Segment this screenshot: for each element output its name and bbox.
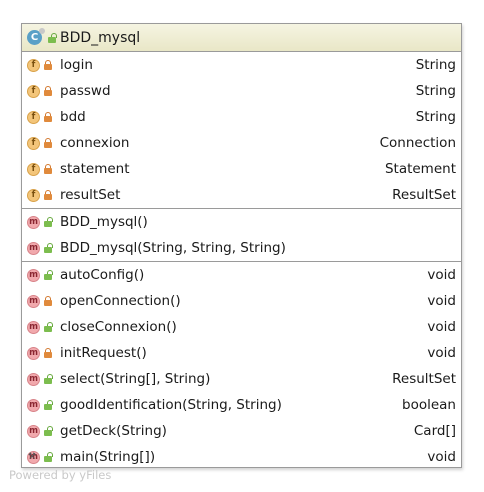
member-type: void — [427, 345, 456, 361]
method-icon: m — [27, 372, 40, 386]
constructor-row[interactable]: m BDD_mysql() — [22, 209, 461, 235]
member-name: openConnection() — [60, 293, 181, 309]
public-lock-icon — [44, 322, 53, 332]
method-row[interactable]: m goodIdentification(String, String) boole… — [22, 392, 461, 418]
field-row[interactable]: f resultSet ResultSet — [22, 182, 461, 208]
method-row[interactable]: m openConnection() void — [22, 288, 461, 314]
fields-section: f login String f passwd String f bdd String f conn… — [22, 52, 461, 209]
method-icon: m — [27, 398, 40, 412]
field-icon: f — [27, 84, 40, 98]
constructor-row[interactable]: m BDD_mysql(String, String, String) — [22, 235, 461, 261]
method-row[interactable]: m initRequest() void — [22, 340, 461, 366]
member-name: connexion — [60, 135, 130, 151]
watermark: Powered by yFiles — [9, 468, 112, 482]
method-row[interactable]: m autoConfig() void — [22, 262, 461, 288]
field-icon: f — [27, 110, 40, 124]
field-row[interactable]: f statement Statement — [22, 156, 461, 182]
member-name: select(String[], String) — [60, 371, 211, 387]
method-row[interactable]: m select(String[], String) ResultSet — [22, 366, 461, 392]
class-name: BDD_mysql — [60, 29, 141, 46]
public-lock-icon — [44, 400, 53, 410]
private-lock-icon — [44, 190, 52, 200]
member-type: String — [415, 83, 456, 99]
private-lock-icon — [44, 60, 52, 70]
member-type: ResultSet — [392, 187, 456, 203]
member-name: BDD_mysql() — [60, 214, 148, 230]
static-icon: ⚒ — [28, 451, 37, 462]
method-icon: m — [27, 346, 40, 360]
field-row[interactable]: f bdd String — [22, 104, 461, 130]
member-name: login — [60, 57, 93, 73]
private-lock-icon — [44, 164, 52, 174]
member-type: void — [427, 449, 456, 465]
method-icon: m — [27, 215, 40, 229]
private-lock-icon — [44, 348, 52, 358]
member-type: Card[] — [413, 423, 456, 439]
public-lock-icon — [44, 217, 53, 227]
method-icon: m — [27, 320, 40, 334]
member-type: String — [415, 109, 456, 125]
field-row[interactable]: f login String — [22, 52, 461, 78]
methods-section: m autoConfig() void m openConnection() void m c… — [22, 262, 461, 470]
field-row[interactable]: f connexion Connection — [22, 130, 461, 156]
member-name: passwd — [60, 83, 111, 99]
class-icon: C — [27, 28, 45, 45]
member-name: statement — [60, 161, 130, 177]
method-row[interactable]: m closeConnexion() void — [22, 314, 461, 340]
method-icon: m — [27, 424, 40, 438]
member-type: ResultSet — [392, 371, 456, 387]
constructors-section: m BDD_mysql() m BDD_mysql(String, String, S… — [22, 209, 461, 262]
field-icon: f — [27, 136, 40, 150]
member-name: main(String[]) — [60, 449, 156, 465]
private-lock-icon — [44, 86, 52, 96]
public-lock-icon — [44, 270, 53, 280]
public-lock-icon — [44, 426, 53, 436]
private-lock-icon — [44, 296, 52, 306]
method-icon: m — [27, 268, 40, 282]
public-lock-icon — [44, 243, 53, 253]
field-icon: f — [27, 162, 40, 176]
method-row[interactable]: m getDeck(String) Card[] — [22, 418, 461, 444]
class-header[interactable]: C BDD_mysql — [22, 24, 461, 52]
member-name: getDeck(String) — [60, 423, 167, 439]
member-name: closeConnexion() — [60, 319, 177, 335]
member-name: autoConfig() — [60, 267, 145, 283]
field-icon: f — [27, 58, 40, 72]
public-lock-icon — [44, 452, 53, 462]
member-type: void — [427, 267, 456, 283]
uml-class-box[interactable]: C BDD_mysql f login String f passwd String f bd… — [21, 23, 462, 468]
class-icon-letter: C — [30, 32, 39, 43]
member-name: bdd — [60, 109, 86, 125]
member-type: Connection — [379, 135, 456, 151]
member-type: String — [415, 57, 456, 73]
method-icon: m ⚒ — [27, 450, 40, 464]
public-lock-icon — [48, 32, 57, 43]
member-name: goodIdentification(String, String) — [60, 397, 282, 413]
field-icon: f — [27, 188, 40, 202]
public-lock-icon — [44, 374, 53, 384]
private-lock-icon — [44, 112, 52, 122]
method-icon: m — [27, 241, 40, 255]
member-name: BDD_mysql(String, String, String) — [60, 240, 286, 256]
method-row[interactable]: m ⚒ main(String[]) void — [22, 444, 461, 470]
member-type: void — [427, 293, 456, 309]
field-row[interactable]: f passwd String — [22, 78, 461, 104]
member-type: void — [427, 319, 456, 335]
member-type: boolean — [402, 397, 456, 413]
private-lock-icon — [44, 138, 52, 148]
member-name: resultSet — [60, 187, 121, 203]
method-icon: m — [27, 294, 40, 308]
member-type: Statement — [384, 161, 456, 177]
member-name: initRequest() — [60, 345, 147, 361]
